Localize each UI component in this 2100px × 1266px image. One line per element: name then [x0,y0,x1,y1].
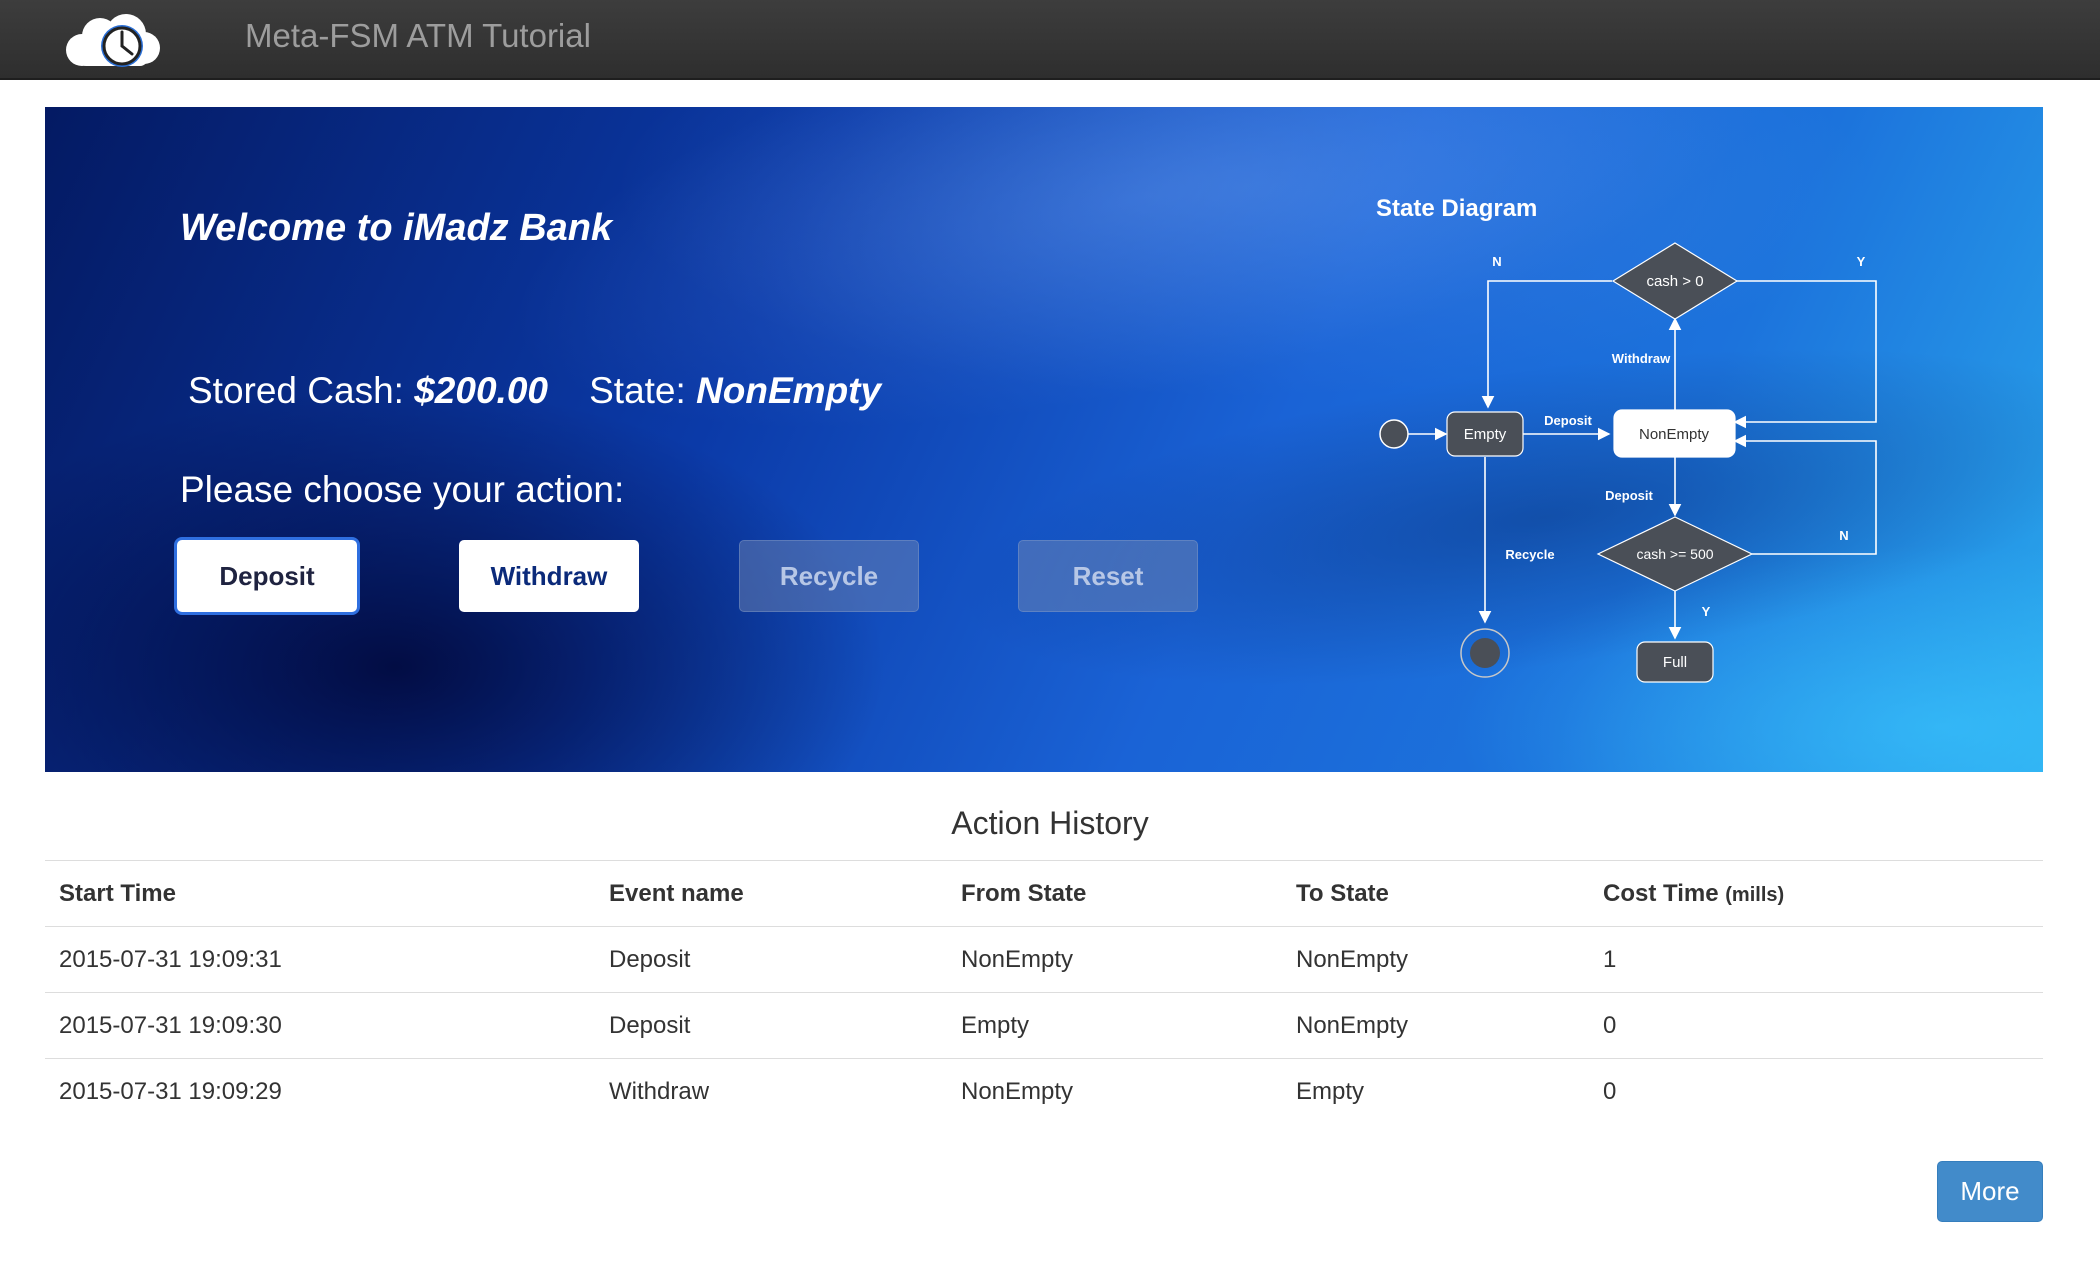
state-full-label: Full [1663,654,1687,671]
app-title[interactable]: Meta-FSM ATM Tutorial [245,0,591,72]
table-header-row: Start Time Event name From State To Stat… [45,860,2043,927]
state-empty-label: Empty [1464,426,1507,443]
edge-label-y-top: Y [1857,254,1866,269]
edge-label-y-bottom: Y [1702,604,1711,619]
action-history-table: Start Time Event name From State To Stat… [45,860,2043,1125]
cloud-clock-icon[interactable] [58,8,163,72]
table-row: 2015-07-31 19:09:30 Deposit Empty NonEmp… [45,992,2043,1059]
col-cost-time-unit: (mills) [1725,883,1785,906]
cell-start-time: 2015-07-31 19:09:29 [45,1058,595,1125]
cell-to-state: NonEmpty [1282,992,1589,1059]
table-row: 2015-07-31 19:09:29 Withdraw NonEmpty Em… [45,1058,2043,1125]
more-button[interactable]: More [1937,1161,2043,1222]
col-to-state: To State [1282,860,1589,927]
cell-cost-time: 1 [1589,926,2043,993]
edge-cash-gt-0-y [1733,280,1877,429]
cell-from-state: NonEmpty [947,926,1282,993]
state-diagram: cash > 0 Empty NonEmpty cash >= 500 Full… [1379,242,1877,683]
cell-event-name: Deposit [595,926,947,993]
edge-label-recycle: Recycle [1505,547,1554,562]
edge-label-withdraw: Withdraw [1612,351,1671,366]
cell-start-time: 2015-07-31 19:09:30 [45,992,595,1059]
top-navbar: Meta-FSM ATM Tutorial [0,0,2100,80]
edge-cash-ge-500-n [1733,434,1877,555]
welcome-banner: Welcome to iMadz Bank Stored Cash: $200.… [45,107,2043,772]
cond-cash-gt-0-label: cash > 0 [1646,273,1703,290]
end-node-core [1470,638,1500,668]
cell-from-state: Empty [947,992,1282,1059]
col-event-name: Event name [595,860,947,927]
col-from-state: From State [947,860,1282,927]
col-start-time: Start Time [45,860,595,927]
edge-label-n-top: N [1492,254,1501,269]
cell-event-name: Deposit [595,992,947,1059]
start-node [1379,419,1409,449]
edge-cash-gt-0-n [1481,280,1612,409]
cell-cost-time: 0 [1589,1058,2043,1125]
cond-cash-ge-500-label: cash >= 500 [1636,546,1713,562]
action-history-title: Action History [951,805,1149,841]
edge-label-deposit-top: Deposit [1544,413,1592,428]
cell-cost-time: 0 [1589,992,2043,1059]
edge-label-n-right: N [1839,528,1848,543]
cell-from-state: NonEmpty [947,1058,1282,1125]
col-cost-time-label: Cost Time [1603,879,1719,907]
state-nonempty-label: NonEmpty [1639,426,1710,443]
cell-to-state: NonEmpty [1282,926,1589,993]
cell-event-name: Withdraw [595,1058,947,1125]
edge-label-deposit-mid: Deposit [1605,488,1653,503]
col-cost-time: Cost Time (mills) [1589,860,2043,927]
cell-to-state: Empty [1282,1058,1589,1125]
table-row: 2015-07-31 19:09:31 Deposit NonEmpty Non… [45,926,2043,993]
cell-start-time: 2015-07-31 19:09:31 [45,926,595,993]
